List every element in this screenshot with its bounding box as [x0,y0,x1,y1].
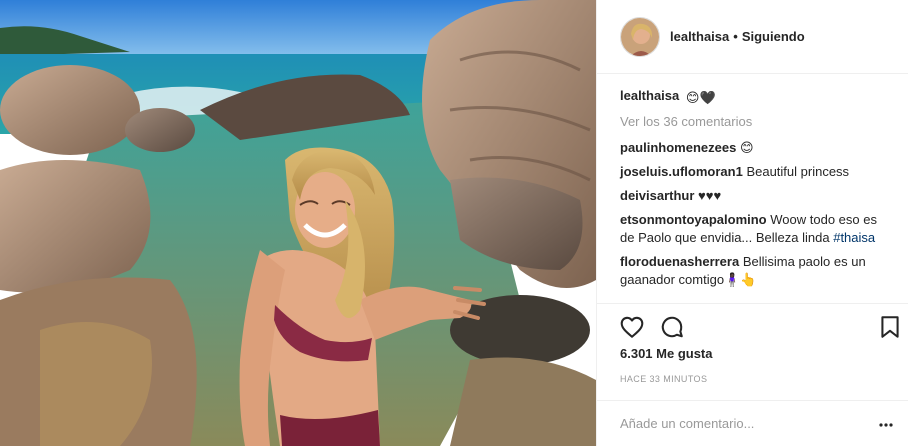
comment-item: deivisarthur ♥♥♥ [620,187,893,205]
comment-item: joseluis.uflomoran1 Beautiful princess [620,163,893,181]
comment-input[interactable] [620,416,870,431]
caption-username[interactable]: lealthaisa [620,88,679,103]
header-username[interactable]: lealthaisa [670,29,729,44]
instagram-post: lealthaisa • Siguiendo lealthaisa 😊🖤 Ver… [0,0,908,446]
add-comment-bar [597,400,908,446]
caption: lealthaisa 😊🖤 [620,87,893,107]
comment-item: floroduenasherrera Bellisima paolo es un… [620,253,893,289]
heart-icon[interactable] [619,314,645,340]
comment-username[interactable]: paulinhomenezees [620,140,736,155]
post-timestamp: HACE 33 MINUTOS [620,374,708,384]
avatar[interactable] [620,16,660,57]
comment-item: etsonmontoyapalomino Woow todo eso es de… [620,211,893,247]
beach-photo [0,0,596,446]
caption-text: 😊🖤 [685,90,716,105]
comment-username[interactable]: joseluis.uflomoran1 [620,164,743,179]
comments-list: lealthaisa 😊🖤 Ver los 36 comentarios pau… [597,74,908,303]
bookmark-icon[interactable] [877,314,903,340]
comment-text: 😊 [739,140,754,155]
post-header: lealthaisa • Siguiendo [597,0,908,74]
like-count[interactable]: 6.301 Me gusta [620,346,713,361]
comment-bubble-icon[interactable] [659,314,685,340]
follow-button[interactable]: Siguiendo [742,29,805,44]
post-photo[interactable] [0,0,596,446]
header-separator: • [733,29,738,44]
action-bar [597,303,908,349]
comment-username[interactable]: etsonmontoyapalomino [620,212,767,227]
comment-item: paulinhomenezees 😊 [620,139,893,157]
avatar-image [621,17,659,56]
more-options-icon[interactable] [879,418,893,432]
comment-text: Beautiful princess [746,164,850,179]
comment-username[interactable]: floroduenasherrera [620,254,739,269]
comment-username[interactable]: deivisarthur [620,188,694,203]
comment-hashtag[interactable]: #thaisa [833,230,875,245]
post-side-panel: lealthaisa • Siguiendo lealthaisa 😊🖤 Ver… [596,0,908,446]
view-all-comments-link[interactable]: Ver los 36 comentarios [620,113,893,131]
comment-text: ♥♥♥ [698,188,722,203]
